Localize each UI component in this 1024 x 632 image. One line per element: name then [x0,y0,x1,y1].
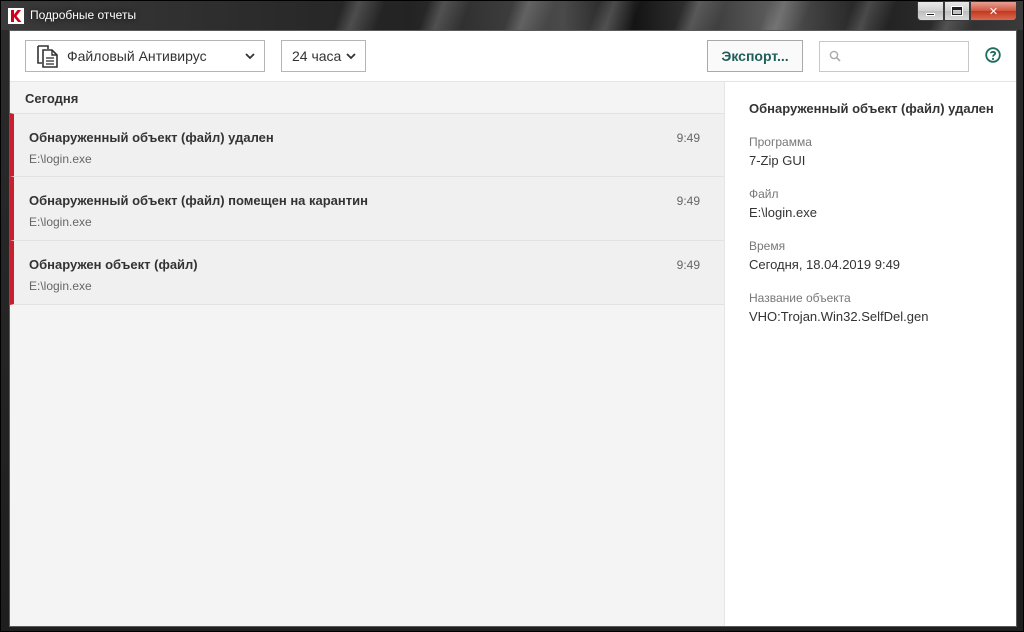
detail-value: 7-Zip GUI [749,153,806,168]
detail-label: Название объекта [749,291,851,305]
detail-field-file: Файл E:\login.exe [749,187,817,220]
detail-value: VHO:Trojan.Win32.SelfDel.gen [749,309,929,324]
event-time: 9:49 [676,194,700,208]
search-icon [829,50,841,62]
maximize-button[interactable] [944,2,970,21]
detail-field-program: Программа 7-Zip GUI [749,135,812,168]
close-button[interactable]: ✕ [970,2,1017,21]
group-header-today: Сегодня [25,91,79,106]
document-icon [37,45,58,68]
detail-field-time: Время Сегодня, 18.04.2019 9:49 [749,239,900,272]
event-title: Обнаруженный объект (файл) помещен на ка… [29,193,368,208]
event-path: E:\login.exe [29,279,92,293]
period-select[interactable]: 24 часа [281,40,366,72]
window-title: Подробные отчеты [30,8,137,22]
detail-value: Сегодня, 18.04.2019 9:49 [749,257,901,272]
client-area: Файловый Антивирус 24 часа Экспорт... Се… [9,30,1017,627]
detail-label: Файл [749,187,779,201]
details-title: Обнаруженный объект (файл) удален [749,101,994,116]
minimize-icon [926,12,935,16]
kaspersky-logo-icon [8,8,24,24]
detail-field-object-name: Название объекта VHO:Trojan.Win32.SelfDe… [749,291,928,324]
event-title: Обнаружен объект (файл) [29,257,198,272]
toolbar: Файловый Антивирус 24 часа Экспорт... [10,31,1016,82]
event-list: Обнаруженный объект (файл) удален E:\log… [10,113,724,305]
search-input[interactable] [846,46,964,67]
event-list-pane: Сегодня Обнаруженный объект (файл) удале… [10,82,725,626]
close-icon: ✕ [988,5,999,18]
search-box[interactable] [819,41,969,72]
event-title: Обнаруженный объект (файл) удален [29,130,274,145]
list-item[interactable]: Обнаруженный объект (файл) удален E:\log… [10,113,724,177]
detail-value: E:\login.exe [749,205,817,220]
details-pane: Обнаруженный объект (файл) удален Програ… [725,82,1016,626]
list-item[interactable]: Обнаружен объект (файл) E:\login.exe 9:4… [10,241,724,305]
event-time: 9:49 [676,131,700,145]
event-path: E:\login.exe [29,215,92,229]
chevron-down-icon [346,53,356,60]
period-select-value: 24 часа [292,48,342,64]
event-time: 9:49 [676,258,700,272]
detail-label: Программа [749,135,812,149]
event-path: E:\login.exe [29,152,92,166]
window-controls: ✕ [917,2,1017,21]
detail-label: Время [749,239,786,253]
minimize-button[interactable] [917,2,944,21]
help-icon[interactable] [985,47,1001,63]
export-button[interactable]: Экспорт... [707,40,803,72]
component-select[interactable]: Файловый Антивирус [25,40,265,72]
component-select-value: Файловый Антивирус [67,48,207,64]
title-bar[interactable] [1,1,1023,30]
list-item[interactable]: Обнаруженный объект (файл) помещен на ка… [10,177,724,241]
app-window: Подробные отчеты ✕ Файловый Антивирус 24… [0,0,1024,632]
chevron-down-icon [245,53,255,60]
maximize-icon [951,6,963,16]
